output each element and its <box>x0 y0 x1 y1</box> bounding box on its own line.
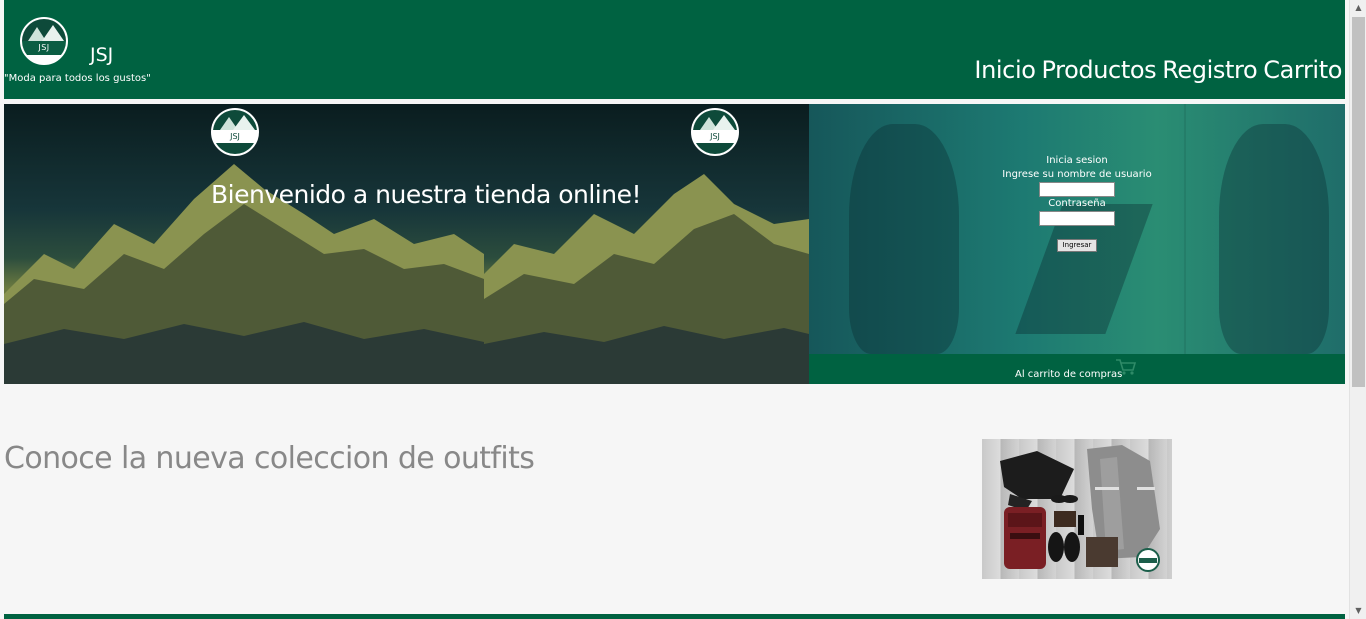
mountain-image <box>484 104 809 384</box>
cart-link[interactable]: Al carrito de compras <box>1015 369 1122 380</box>
jsj-logo[interactable]: JSJ <box>20 17 68 65</box>
shopping-cart-icon[interactable] <box>1115 358 1137 376</box>
username-input[interactable] <box>1039 182 1115 197</box>
cart-bar: Al carrito de compras <box>809 354 1345 384</box>
nav-productos[interactable]: Productos <box>1042 56 1157 84</box>
tagline: "Moda para todos los gustos" <box>4 73 151 84</box>
hero-logo-text: JSJ <box>693 130 737 143</box>
login-button[interactable]: Ingresar <box>1057 239 1097 252</box>
scroll-up-icon[interactable]: ▲ <box>1350 0 1366 16</box>
login-panel: Inicia sesion Ingrese su nombre de usuar… <box>809 104 1345 354</box>
main-nav: Inicio Productos Registro Carrito <box>974 56 1342 84</box>
background-photo-person <box>849 124 959 354</box>
nav-inicio[interactable]: Inicio <box>974 56 1036 84</box>
hero-logo: JSJ <box>211 108 259 156</box>
collection-headline: Conoce la nueva coleccion de outfits <box>4 441 535 476</box>
scrollbar-thumb[interactable] <box>1352 17 1365 387</box>
nav-carrito[interactable]: Carrito <box>1263 56 1342 84</box>
scroll-down-icon[interactable]: ▼ <box>1350 603 1366 619</box>
background-photo-person <box>1219 124 1329 354</box>
nav-registro[interactable]: Registro <box>1162 56 1257 84</box>
hero-logo: JSJ <box>691 108 739 156</box>
hero-title: Bienvenido a nuestra tienda online! <box>211 180 642 209</box>
password-input[interactable] <box>1039 211 1115 226</box>
logo-text: JSJ <box>22 41 66 55</box>
vertical-scrollbar[interactable]: ▲ ▼ <box>1349 0 1366 619</box>
password-label: Contraseña <box>1048 198 1106 209</box>
login-heading: Inicia sesion <box>1046 155 1108 166</box>
brand-name: JSJ <box>90 44 114 66</box>
hero-banner: JSJ JSJ Bienvenido a nuestra tienda onli… <box>4 104 809 384</box>
username-label: Ingrese su nombre de usuario <box>1002 169 1152 180</box>
hero-logo-text: JSJ <box>213 130 257 143</box>
footer-bar <box>4 614 1345 619</box>
outfit-image[interactable] <box>982 439 1172 579</box>
site-header: JSJ JSJ "Moda para todos los gustos" Ini… <box>4 0 1345 99</box>
login-form: Inicia sesion Ingrese su nombre de usuar… <box>979 154 1175 252</box>
